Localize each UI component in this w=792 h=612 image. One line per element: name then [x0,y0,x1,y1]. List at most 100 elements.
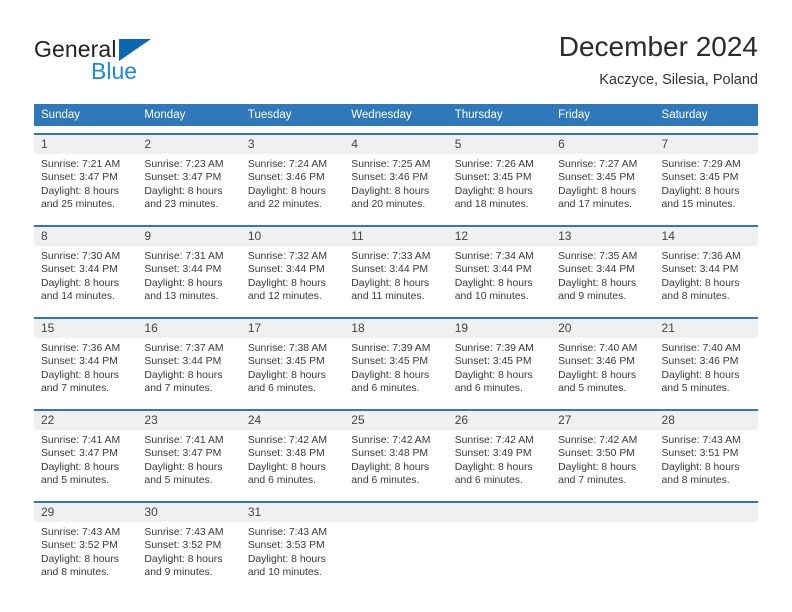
day-cell[interactable]: 24 Sunrise: 7:42 AM Sunset: 3:48 PM Dayligh… [240,411,345,494]
sunset-text: Sunset: 3:44 PM [351,264,429,276]
day-number-band: 29 [34,503,138,522]
daylight-text-line2: and 23 minutes. [144,199,219,211]
day-cell[interactable]: 11 Sunrise: 7:33 AM Sunset: 3:44 PM Dayligh… [344,227,448,310]
day-cell[interactable]: 1 Sunrise: 7:21 AM Sunset: 3:47 PM Daylight… [34,135,138,218]
sunrise-text: Sunrise: 7:36 AM [41,343,121,354]
day-cell-empty [654,503,758,586]
day-cell[interactable]: 15 Sunrise: 7:36 AM Sunset: 3:44 PM Dayligh… [34,319,138,402]
title-block: December 2024 Kaczyce, Silesia, Poland [559,30,758,90]
weekday-header-wednesday: Wednesday [351,109,412,121]
daylight-text-line2: and 17 minutes. [558,199,633,211]
day-cell[interactable]: 10 Sunrise: 7:32 AM Sunset: 3:44 PM Dayligh… [240,227,345,310]
daylight-text-line2: and 9 minutes. [144,567,213,579]
day-cell[interactable]: 18 Sunrise: 7:39 AM Sunset: 3:45 PM Dayligh… [344,319,448,402]
sunrise-text: Sunrise: 7:42 AM [454,435,534,446]
daylight-text-line2: and 8 minutes. [661,291,730,303]
day-cell[interactable]: 20 Sunrise: 7:40 AM Sunset: 3:46 PM Dayligh… [551,319,655,402]
day-cell[interactable]: 14 Sunrise: 7:36 AM Sunset: 3:44 PM Dayligh… [654,227,758,310]
day-cell[interactable]: 5 Sunrise: 7:26 AM Sunset: 3:45 PM Daylight… [447,135,552,218]
daylight-text-line2: and 5 minutes. [144,475,213,487]
weekday-header-tuesday: Tuesday [247,109,292,121]
daylight-text-line1: Daylight: 8 hours [351,369,430,381]
sunrise-text: Sunrise: 7:34 AM [454,251,534,262]
day-details: Sunrise: 7:43 AM Sunset: 3:53 PM Daylight:… [241,522,344,580]
day-cell[interactable]: 3 Sunrise: 7:24 AM Sunset: 3:46 PM Daylight… [240,135,345,218]
sunset-text: Sunset: 3:49 PM [454,448,532,460]
day-cell[interactable]: 19 Sunrise: 7:39 AM Sunset: 3:45 PM Dayligh… [447,319,552,402]
day-details: Sunrise: 7:42 AM Sunset: 3:48 PM Daylight:… [344,430,447,488]
daylight-text-line2: and 22 minutes. [247,199,322,211]
day-cell[interactable]: 7 Sunrise: 7:29 AM Sunset: 3:45 PM Daylight… [654,135,758,218]
day-cell[interactable]: 28 Sunrise: 7:43 AM Sunset: 3:51 PM Dayligh… [654,411,758,494]
day-number-band: 14 [654,227,758,246]
day-number: 23 [144,413,158,427]
general-blue-logo[interactable]: General Blue [34,36,254,92]
day-cell-empty [551,503,655,586]
day-number: 2 [144,137,152,151]
daylight-text-line1: Daylight: 8 hours [144,553,223,565]
day-number: 19 [454,321,469,335]
sunrise-text: Sunrise: 7:30 AM [41,251,121,262]
daylight-text-line1: Daylight: 8 hours [454,369,533,381]
day-cell[interactable]: 27 Sunrise: 7:42 AM Sunset: 3:50 PM Dayligh… [551,411,655,494]
day-number-band: 3 [240,135,345,154]
daylight-text-line2: and 7 minutes. [144,383,213,395]
daylight-text-line1: Daylight: 8 hours [661,369,740,381]
day-cell[interactable]: 6 Sunrise: 7:27 AM Sunset: 3:45 PM Daylight… [551,135,655,218]
day-number-band: 5 [447,135,552,154]
day-cell-empty [344,503,448,586]
day-cell[interactable]: 23 Sunrise: 7:41 AM Sunset: 3:47 PM Dayligh… [137,411,241,494]
sunrise-text: Sunrise: 7:37 AM [144,343,224,354]
day-number-band: 13 [551,227,655,246]
day-number: 8 [41,229,48,243]
day-details: Sunrise: 7:26 AM Sunset: 3:45 PM Daylight:… [448,154,551,212]
daylight-text-line2: and 6 minutes. [351,475,420,487]
week-row: 29 Sunrise: 7:43 AM Sunset: 3:52 PM Dayligh… [34,501,758,586]
day-cell[interactable]: 26 Sunrise: 7:42 AM Sunset: 3:49 PM Dayligh… [447,411,552,494]
daylight-text-line1: Daylight: 8 hours [41,461,119,473]
weekday-header-sunday: Sunday [41,109,81,121]
calendar-grid: Sunday Monday Tuesday Wednesday Thursday… [34,104,758,586]
day-details: Sunrise: 7:43 AM Sunset: 3:52 PM Daylight:… [137,522,240,580]
day-cell[interactable]: 8 Sunrise: 7:30 AM Sunset: 3:44 PM Daylight… [34,227,138,310]
day-details: Sunrise: 7:21 AM Sunset: 3:47 PM Daylight:… [34,154,137,212]
daylight-text-line2: and 5 minutes. [558,383,627,395]
sunset-text: Sunset: 3:47 PM [41,448,118,460]
daylight-text-line2: and 11 minutes. [351,291,425,303]
day-cell[interactable]: 9 Sunrise: 7:31 AM Sunset: 3:44 PM Daylight… [137,227,241,310]
day-number-band: 12 [447,227,552,246]
day-number-band: 28 [654,411,758,430]
day-number: 9 [144,229,152,243]
sunset-text: Sunset: 3:44 PM [247,264,325,276]
day-details: Sunrise: 7:36 AM Sunset: 3:44 PM Daylight:… [34,338,137,396]
sunset-text: Sunset: 3:46 PM [247,172,325,184]
sunset-text: Sunset: 3:45 PM [454,172,532,184]
sunrise-text: Sunrise: 7:33 AM [351,251,431,262]
day-number-band: 24 [240,411,345,430]
day-cell[interactable]: 12 Sunrise: 7:34 AM Sunset: 3:44 PM Dayligh… [447,227,552,310]
sunset-text: Sunset: 3:45 PM [454,356,532,368]
sunset-text: Sunset: 3:48 PM [351,448,429,460]
daylight-text-line1: Daylight: 8 hours [558,185,637,197]
day-cell[interactable]: 25 Sunrise: 7:42 AM Sunset: 3:48 PM Dayligh… [344,411,448,494]
day-cell[interactable]: 2 Sunrise: 7:23 AM Sunset: 3:47 PM Daylight… [137,135,241,218]
day-cell[interactable]: 4 Sunrise: 7:25 AM Sunset: 3:46 PM Daylight… [344,135,448,218]
day-cell[interactable]: 29 Sunrise: 7:43 AM Sunset: 3:52 PM Dayligh… [34,503,138,586]
day-cell[interactable]: 13 Sunrise: 7:35 AM Sunset: 3:44 PM Dayligh… [551,227,655,310]
sunrise-text: Sunrise: 7:42 AM [351,435,431,446]
day-cell[interactable]: 21 Sunrise: 7:40 AM Sunset: 3:46 PM Dayligh… [654,319,758,402]
day-details: Sunrise: 7:42 AM Sunset: 3:49 PM Daylight:… [448,430,551,488]
day-details: Sunrise: 7:29 AM Sunset: 3:45 PM Daylight:… [655,154,758,212]
day-number-band: 20 [551,319,655,338]
daylight-text-line1: Daylight: 8 hours [144,461,223,473]
day-details: Sunrise: 7:25 AM Sunset: 3:46 PM Daylight:… [344,154,447,212]
sunrise-text: Sunrise: 7:43 AM [144,527,224,538]
day-cell[interactable]: 22 Sunrise: 7:41 AM Sunset: 3:47 PM Dayligh… [34,411,138,494]
weekday-header-friday: Friday [558,109,591,121]
day-cell[interactable]: 30 Sunrise: 7:43 AM Sunset: 3:52 PM Dayligh… [137,503,241,586]
day-cell[interactable]: 31 Sunrise: 7:43 AM Sunset: 3:53 PM Dayligh… [240,503,345,586]
daylight-text-line1: Daylight: 8 hours [247,277,326,289]
daylight-text-line2: and 6 minutes. [247,475,317,487]
day-cell[interactable]: 16 Sunrise: 7:37 AM Sunset: 3:44 PM Dayligh… [137,319,241,402]
day-cell[interactable]: 17 Sunrise: 7:38 AM Sunset: 3:45 PM Dayligh… [240,319,345,402]
